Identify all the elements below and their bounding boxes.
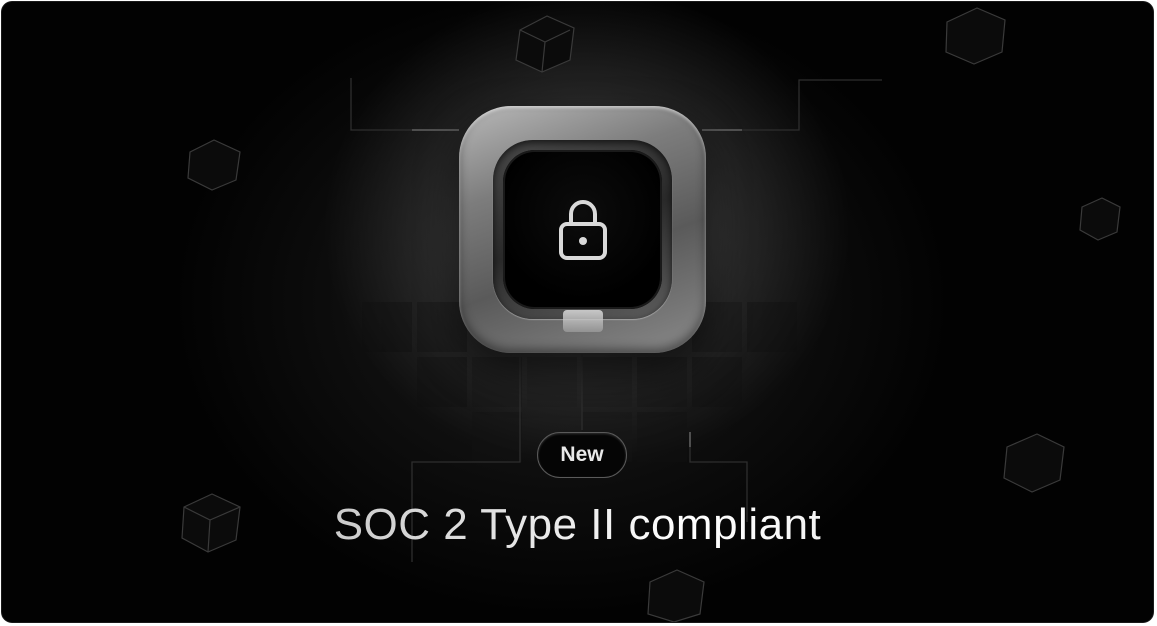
lock-app-icon: [459, 106, 706, 353]
lock-icon-tab: [563, 310, 603, 332]
new-badge-label: New: [560, 443, 604, 466]
lock-icon-face: [503, 150, 662, 309]
headline: SOC 2 Type II compliant: [2, 500, 1153, 550]
new-badge: New: [537, 432, 627, 478]
announcement-banner: New SOC 2 Type II compliant: [2, 2, 1153, 622]
lock-icon: [559, 200, 607, 260]
lock-icon-rim: [493, 140, 672, 319]
